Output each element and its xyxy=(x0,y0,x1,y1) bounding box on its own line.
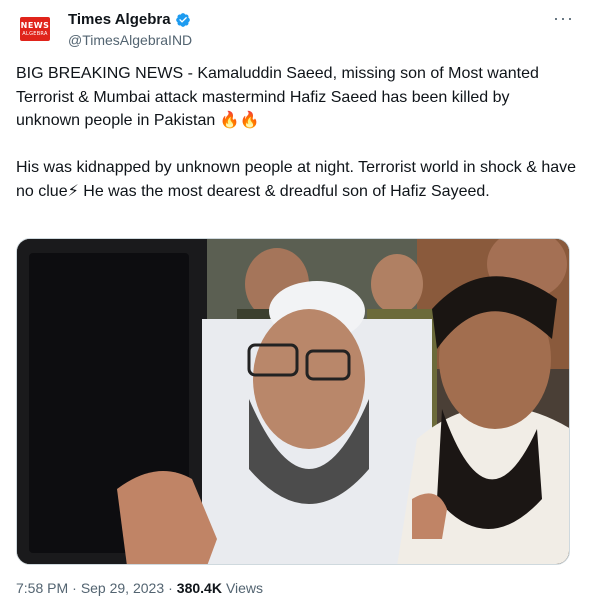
tweet-photo[interactable] xyxy=(16,238,570,565)
user-handle[interactable]: @TimesAlgebraIND xyxy=(68,32,192,48)
meta-separator: · xyxy=(72,580,77,596)
display-name[interactable]: Times Algebra xyxy=(68,11,171,28)
views-count[interactable]: 380.4K xyxy=(177,580,222,596)
post-date[interactable]: Sep 29, 2023 xyxy=(81,580,164,596)
tweet-meta: 7:58 PM · Sep 29, 2023 · 380.4K Views xyxy=(16,580,263,596)
post-time[interactable]: 7:58 PM xyxy=(16,580,68,596)
author-name-row: Times Algebra xyxy=(68,11,191,28)
tweet-card: NEWS ALGEBRA Times Algebra @TimesAlgebra… xyxy=(0,0,600,600)
more-options-button[interactable]: ··· xyxy=(553,8,574,29)
tweet-text: BIG BREAKING NEWS - Kamaluddin Saeed, mi… xyxy=(16,65,577,200)
logo-subtext: ALGEBRA xyxy=(22,30,48,37)
views-label: Views xyxy=(225,580,264,596)
news-algebra-logo: NEWS ALGEBRA xyxy=(20,17,50,41)
logo-text: NEWS xyxy=(20,20,50,30)
meta-separator: · xyxy=(168,580,173,596)
photo-illustration xyxy=(17,239,569,564)
avatar[interactable]: NEWS ALGEBRA xyxy=(16,10,54,48)
verified-badge-icon[interactable] xyxy=(175,12,191,28)
